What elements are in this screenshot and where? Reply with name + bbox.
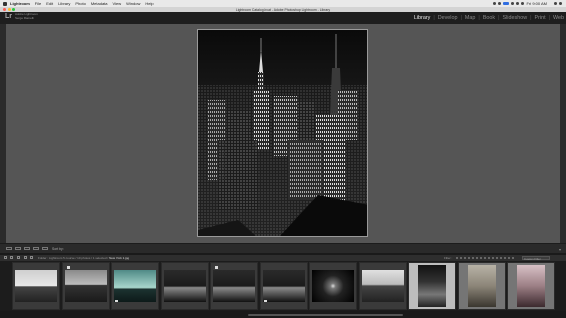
thumbnail-image xyxy=(517,265,545,307)
menu-view[interactable]: View xyxy=(113,1,122,6)
module-separator: | xyxy=(478,15,480,21)
filmstrip-thumbnail[interactable] xyxy=(309,262,357,310)
edited-badge-icon xyxy=(66,266,70,269)
clock[interactable]: Fri 9:00 AM xyxy=(527,1,547,6)
module-separator: | xyxy=(548,15,550,21)
thumbnail-image xyxy=(114,270,156,302)
source-info: Folder : Lightroom 5 course / 10 photos … xyxy=(38,256,109,261)
edited-badge-icon xyxy=(215,266,218,269)
module-separator: | xyxy=(530,15,532,21)
menu-edit[interactable]: Edit xyxy=(46,1,53,6)
back-arrow-icon[interactable] xyxy=(24,256,27,260)
grid-view-icon[interactable] xyxy=(6,247,12,250)
thumbnail-image xyxy=(15,270,57,302)
survey-view-icon[interactable] xyxy=(33,247,39,250)
search-icon[interactable] xyxy=(554,2,557,5)
thumbnail-image xyxy=(213,270,255,302)
new-york-skyline-image xyxy=(198,30,367,236)
module-picker: Library | Develop | Map | Book | Slidesh… xyxy=(411,15,564,21)
grid-icon[interactable] xyxy=(17,256,20,260)
menu-file[interactable]: File xyxy=(35,1,41,6)
thumbnail-image xyxy=(361,270,404,302)
module-print[interactable]: Print xyxy=(535,15,546,21)
status-icon[interactable] xyxy=(492,2,496,5)
module-separator: | xyxy=(460,15,462,21)
identity-text: Adobe Lightroom Serge Ramelli xyxy=(15,12,38,20)
filmstrip-scrollbar[interactable] xyxy=(0,311,566,318)
flag-icon[interactable] xyxy=(263,300,267,302)
wifi-icon[interactable] xyxy=(510,2,514,5)
module-slideshow[interactable]: Slideshow xyxy=(503,15,528,21)
filmstrip-thumbnail[interactable] xyxy=(408,262,456,310)
main-photo[interactable] xyxy=(197,29,368,237)
menu-metadata[interactable]: Metadata xyxy=(91,1,108,6)
scrollbar-thumb[interactable] xyxy=(248,314,403,316)
module-map[interactable]: Map xyxy=(465,15,476,21)
system-menubar: Lightroom File Edit Library Photo Metada… xyxy=(0,0,566,7)
lightroom-logo: Lr xyxy=(5,13,12,20)
module-book[interactable]: Book xyxy=(483,15,495,21)
menu-library[interactable]: Library xyxy=(58,1,70,6)
thumbnail-image xyxy=(312,270,354,302)
status-icon[interactable] xyxy=(497,2,501,5)
apple-icon[interactable] xyxy=(3,1,7,6)
menu-help[interactable]: Help xyxy=(145,1,153,6)
volume-icon[interactable] xyxy=(515,2,519,5)
compare-view-icon[interactable] xyxy=(24,247,30,250)
window-title: Lightroom Catalog.lrcat - Adobe Photosho… xyxy=(235,7,331,12)
thumbnail-image xyxy=(467,265,496,307)
custom-filter-dropdown[interactable]: Custom Filter xyxy=(522,256,550,261)
filmstrip-thumbnail[interactable] xyxy=(111,262,159,310)
menu-app-name[interactable]: Lightroom xyxy=(10,1,30,6)
module-separator: | xyxy=(433,15,435,21)
filmstrip-thumbnail[interactable] xyxy=(160,262,209,310)
selected-filename: New York 1.jpg xyxy=(109,256,130,261)
flag-icon[interactable] xyxy=(115,300,118,302)
identity-line-2: Serge Ramelli xyxy=(15,15,34,20)
thumbnail-image xyxy=(262,270,305,302)
filmstrip-thumbnail[interactable] xyxy=(457,262,506,310)
sort-label[interactable]: Sort by: xyxy=(52,247,64,251)
filmstrip-thumbnail[interactable] xyxy=(259,262,308,310)
rating-filter-icons[interactable] xyxy=(456,256,516,259)
list-icon[interactable] xyxy=(559,2,562,5)
module-web[interactable]: Web xyxy=(553,15,564,21)
thumbnail-image xyxy=(64,270,107,302)
filmstrip-thumbnail[interactable] xyxy=(12,262,60,310)
secondary-window-icon[interactable] xyxy=(4,256,7,260)
menu-photo[interactable]: Photo xyxy=(75,1,85,6)
status-icons: Fri 9:00 AM xyxy=(491,1,562,6)
menu-window[interactable]: Window xyxy=(126,1,140,6)
thumbnail-image xyxy=(163,270,206,302)
battery-icon[interactable] xyxy=(520,2,524,5)
filmstrip-thumbnail[interactable] xyxy=(210,262,258,310)
forward-arrow-icon[interactable] xyxy=(30,256,33,260)
filmstrip-thumbnail[interactable] xyxy=(61,262,110,310)
source-path[interactable]: Folder : Lightroom 5 course / 10 photos … xyxy=(38,256,129,260)
filmstrip-thumbnail[interactable] xyxy=(507,262,555,310)
module-library[interactable]: Library xyxy=(414,15,430,21)
status-icon-highlight[interactable] xyxy=(502,2,509,5)
filter-label: Filter : xyxy=(444,256,453,261)
module-develop[interactable]: Develop xyxy=(438,15,458,21)
people-view-icon[interactable] xyxy=(42,247,48,250)
secondary-display-icon[interactable] xyxy=(10,256,13,260)
filmstrip-thumbnail[interactable] xyxy=(358,262,407,310)
thumbnail-image xyxy=(418,265,446,307)
loupe-view-icon[interactable] xyxy=(15,247,21,250)
module-separator: | xyxy=(498,15,500,21)
toolbar-menu-icon[interactable]: ▾ xyxy=(559,247,561,252)
